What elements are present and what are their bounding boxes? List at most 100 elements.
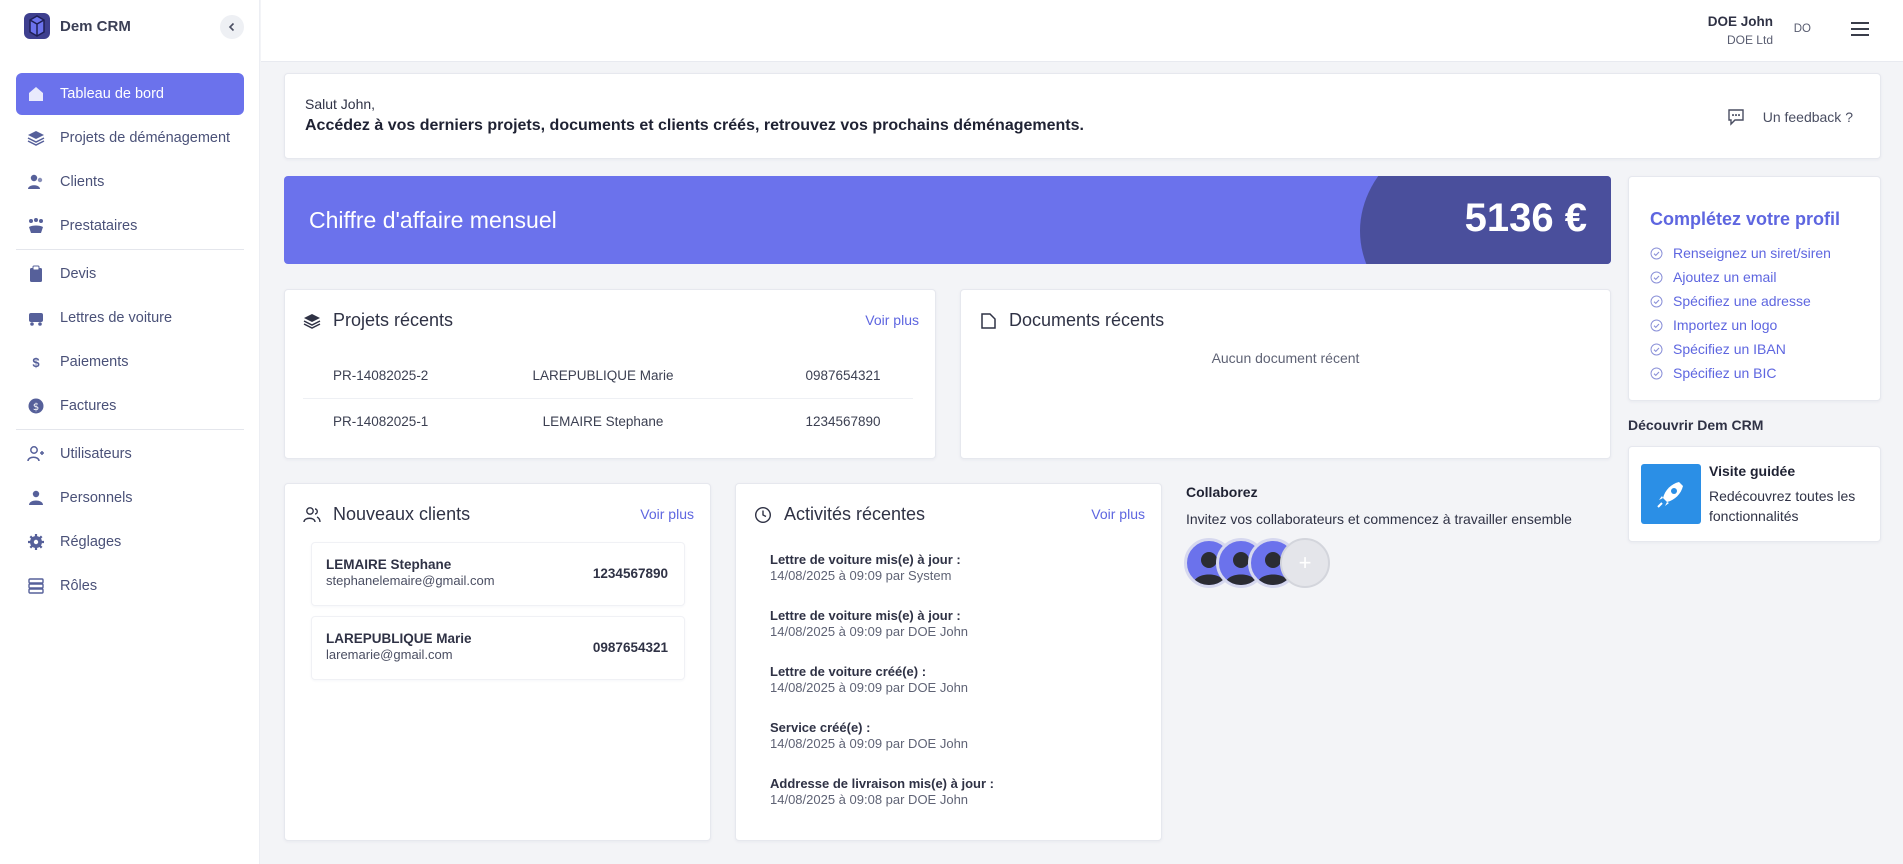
guided-tour-card[interactable]: Visite guidée Redécouvrez toutes les fon… — [1628, 446, 1881, 542]
profile-item-label: Spécifiez un IBAN — [1673, 341, 1786, 357]
revenue-value: 5136 € — [1464, 196, 1587, 240]
client-name: LAREPUBLIQUE Marie — [326, 631, 472, 646]
sidebar-item-tableau-de-bord[interactable]: Tableau de bord — [16, 73, 244, 115]
users-outline-icon — [303, 506, 321, 522]
collapse-sidebar-button[interactable] — [220, 15, 244, 39]
feedback-chat-icon — [1728, 109, 1744, 126]
profile-item-siret[interactable]: Renseignez un siret/siren — [1650, 241, 1831, 265]
project-ref: PR-14082025-1 — [333, 413, 429, 429]
sidebar-item-projets[interactable]: Projets de déménagement — [16, 117, 244, 159]
svg-text:$: $ — [33, 402, 39, 413]
profile-item-bic[interactable]: Spécifiez un BIC — [1650, 361, 1831, 385]
profile-item-label: Ajoutez un email — [1673, 269, 1777, 285]
sidebar-item-reglages[interactable]: Réglages — [16, 521, 244, 563]
rocket-icon — [1641, 464, 1701, 524]
feedback-button[interactable]: Un feedback ? — [1727, 108, 1853, 126]
check-circle-icon — [1650, 295, 1663, 307]
activity-title: Addresse de livraison mis(e) à jour : — [770, 776, 994, 791]
profile-item-label: Spécifiez une adresse — [1673, 293, 1811, 309]
user-company: DOE Ltd — [1726, 33, 1773, 47]
dollar-icon: $ — [32, 354, 40, 370]
activity-meta: 14/08/2025 à 09:09 par DOE John — [770, 624, 969, 639]
sidebar-item-label: Tableau de bord — [60, 86, 164, 102]
greeting-hello: Salut John, — [305, 96, 376, 112]
sidebar-item-label: Lettres de voiture — [60, 310, 173, 326]
sidebar-item-utilisateurs[interactable]: Utilisateurs — [16, 433, 244, 475]
check-circle-icon — [1650, 247, 1663, 259]
activity-item: Lettre de voiture créé(e) : 14/08/2025 à… — [770, 664, 968, 695]
profile-item-label: Renseignez un siret/siren — [1673, 245, 1831, 261]
invoice-icon: $ — [26, 396, 46, 416]
collaborate-text: Invitez vos collaborateurs et commencez … — [1186, 511, 1572, 527]
clients-title: Nouveaux clients — [303, 504, 470, 525]
profile-item-logo[interactable]: Importez un logo — [1650, 313, 1831, 337]
project-client: LEMAIRE Stephane — [542, 413, 664, 429]
activity-title: Lettre de voiture mis(e) à jour : — [770, 608, 961, 623]
sidebar-item-factures[interactable]: $ Factures — [16, 385, 244, 427]
client-email: laremarie@gmail.com — [326, 647, 453, 662]
sidebar-item-label: Personnels — [60, 490, 133, 506]
user-name[interactable]: DOE John — [1708, 14, 1773, 29]
collaborate-title: Collaborez — [1186, 484, 1258, 500]
projects-title-label: Projets récents — [333, 310, 454, 330]
list-item[interactable]: LEMAIRE Stephane stephanelemaire@gmail.c… — [311, 542, 685, 606]
activities-see-more-link[interactable]: Voir plus — [1091, 506, 1145, 522]
activity-item: Lettre de voiture mis(e) à jour : 14/08/… — [770, 608, 968, 639]
activity-meta: 14/08/2025 à 09:09 par DOE John — [770, 680, 969, 695]
clipboard-icon — [26, 264, 46, 284]
tour-title: Visite guidée — [1709, 463, 1796, 479]
projects-see-more-link[interactable]: Voir plus — [865, 312, 919, 328]
hamburger-menu-icon[interactable] — [1849, 20, 1871, 38]
sidebar-nav: Tableau de bord Projets de déménagement … — [16, 73, 244, 609]
sidebar-item-lettres-de-voiture[interactable]: Lettres de voiture — [16, 297, 244, 339]
profile-item-address[interactable]: Spécifiez une adresse — [1650, 289, 1831, 313]
clients-see-more-link[interactable]: Voir plus — [640, 506, 694, 522]
complete-profile-card: Complétez votre profil Renseignez un sir… — [1628, 176, 1881, 401]
user-add-icon — [26, 444, 46, 464]
documents-title-label: Documents récents — [1009, 310, 1165, 330]
profile-item-label: Spécifiez un BIC — [1673, 365, 1777, 381]
nav-divider — [16, 429, 244, 430]
activity-title: Service créé(e) : — [770, 720, 871, 735]
sidebar-item-label: Devis — [60, 266, 97, 282]
topbar: DOE John DOE Ltd DO — [261, 0, 1903, 62]
project-ref: PR-14082025-2 — [333, 367, 429, 383]
sidebar-item-clients[interactable]: Clients — [16, 161, 244, 203]
sidebar-item-roles[interactable]: Rôles — [16, 565, 244, 607]
documents-title: Documents récents — [979, 310, 1164, 331]
activity-meta: 14/08/2025 à 09:08 par DOE John — [770, 792, 969, 807]
client-phone: 1234567890 — [592, 566, 668, 581]
greeting-text: Accédez à vos derniers projets, document… — [305, 117, 1084, 134]
sidebar-item-label: Rôles — [60, 578, 98, 594]
profile-item-email[interactable]: Ajoutez un email — [1650, 265, 1831, 289]
clock-icon — [754, 506, 772, 523]
profile-item-iban[interactable]: Spécifiez un IBAN — [1650, 337, 1831, 361]
activities-title: Activités récentes — [754, 504, 925, 525]
activity-meta: 14/08/2025 à 09:09 par DOE John — [770, 736, 969, 751]
table-row[interactable]: PR-14082025-1 LEMAIRE Stephane 123456789… — [303, 398, 913, 444]
list-item[interactable]: LAREPUBLIQUE Marie laremarie@gmail.com 0… — [311, 616, 685, 680]
discover-title: Découvrir Dem CRM — [1628, 417, 1764, 433]
check-circle-icon — [1650, 343, 1663, 355]
new-clients-card: Nouveaux clients Voir plus LEMAIRE Steph… — [284, 483, 711, 841]
sidebar-item-personnels[interactable]: Personnels — [16, 477, 244, 519]
sidebar-item-label: Utilisateurs — [60, 446, 132, 462]
document-icon — [981, 312, 996, 329]
activity-item: Lettre de voiture mis(e) à jour : 14/08/… — [770, 552, 961, 583]
user-initials-avatar[interactable]: DO — [1794, 23, 1811, 35]
recent-activities-card: Activités récentes Voir plus Lettre de v… — [735, 483, 1162, 841]
home-icon — [26, 84, 46, 104]
sidebar-item-devis[interactable]: Devis — [16, 253, 244, 295]
brand[interactable]: Dem CRM — [22, 11, 131, 41]
no-documents-message: Aucun document récent — [1211, 350, 1360, 366]
projects-title: Projets récents — [303, 310, 453, 331]
invite-collaborator-button[interactable]: + — [1280, 538, 1330, 588]
chevron-left-icon — [228, 22, 235, 32]
truck-icon — [26, 308, 46, 328]
table-row[interactable]: PR-14082025-2 LAREPUBLIQUE Marie 0987654… — [303, 352, 913, 398]
profile-title: Complétez votre profil — [1650, 209, 1841, 229]
sidebar-item-paiements[interactable]: $ Paiements — [16, 341, 244, 383]
sidebar-item-prestataires[interactable]: Prestataires — [16, 205, 244, 247]
app-name: Dem CRM — [60, 17, 131, 35]
dem-crm-logo-icon — [24, 13, 50, 39]
